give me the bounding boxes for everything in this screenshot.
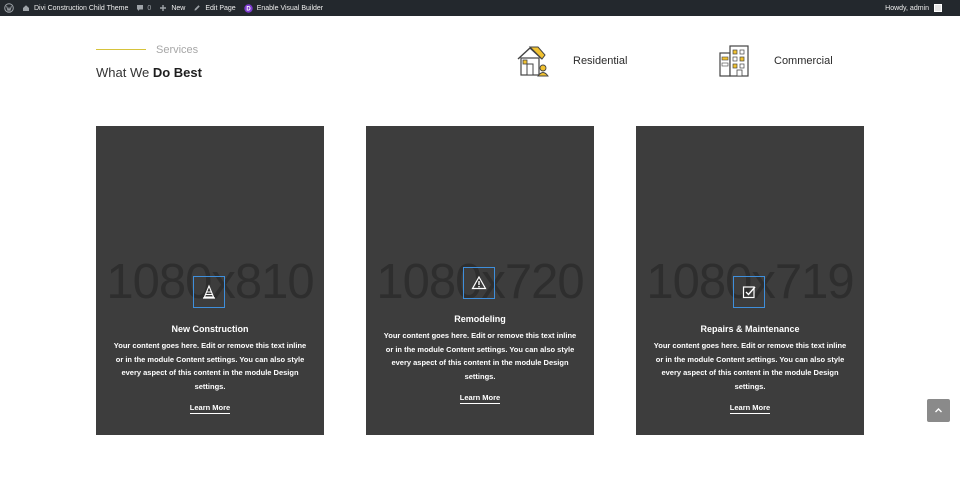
pencil-icon (194, 5, 201, 11)
service-card-new-construction: 1080x810 New Construction Your content g… (96, 126, 324, 435)
accent-divider (96, 49, 146, 50)
section-label: Services (156, 44, 199, 56)
svg-text:D: D (246, 6, 251, 12)
traffic-cone-icon (203, 284, 215, 299)
admin-bar-site-name[interactable]: Divi Construction Child Theme (18, 0, 132, 16)
edit-page-label: Edit Page (205, 4, 236, 12)
learn-more-link[interactable]: Learn More (636, 403, 864, 414)
card-body: Your content goes here. Edit or remove t… (113, 341, 307, 391)
admin-bar-account[interactable]: Howdy, admin (885, 4, 960, 12)
chevron-up-icon (935, 408, 942, 413)
visual-builder-label: Enable Visual Builder (256, 4, 324, 12)
card-icon-box (463, 267, 495, 299)
building-icon (719, 45, 749, 77)
section-title-prefix: What We (96, 65, 153, 80)
new-label: New (171, 4, 186, 12)
admin-bar-new[interactable]: New (155, 0, 189, 16)
learn-more-label[interactable]: Learn More (189, 403, 231, 414)
learn-more-label[interactable]: Learn More (729, 403, 771, 414)
greeting-label: Howdy, admin (885, 4, 929, 12)
service-card-repairs-maintenance: 1080x719 Repairs & Maintenance Your cont… (636, 126, 864, 435)
admin-bar: Divi Construction Child Theme 0 New Edit… (0, 0, 960, 16)
divi-logo-icon: D (244, 3, 253, 13)
feature-commercial-label: Commercial (774, 55, 833, 67)
card-title: Repairs & Maintenance (700, 324, 800, 334)
admin-bar-visual-builder[interactable]: D Enable Visual Builder (240, 0, 327, 16)
comment-icon (137, 5, 144, 11)
feature-commercial: Commercial (718, 44, 833, 78)
home-icon (23, 5, 29, 11)
plus-icon (160, 5, 167, 11)
feature-residential-label: Residential (573, 55, 628, 67)
site-name-label: Divi Construction Child Theme (34, 4, 129, 12)
card-icon-box (733, 276, 765, 308)
avatar (934, 4, 942, 12)
section-title-bold: Do Best (152, 65, 202, 80)
comments-count: 0 (147, 4, 152, 12)
feature-residential: Residential (515, 44, 627, 78)
warning-icon (471, 275, 487, 290)
learn-more-link[interactable]: Learn More (366, 393, 594, 404)
card-body: Your content goes here. Edit or remove t… (653, 341, 847, 391)
learn-more-label[interactable]: Learn More (459, 393, 501, 404)
house-icon (517, 46, 549, 77)
wordpress-logo-icon[interactable] (0, 0, 18, 16)
admin-bar-comments[interactable]: 0 (132, 0, 155, 16)
back-to-top-button[interactable] (927, 399, 950, 422)
learn-more-link[interactable]: Learn More (96, 403, 324, 414)
section-title: What We Do Best (96, 65, 202, 80)
card-title: Remodeling (454, 314, 506, 324)
card-title: New Construction (171, 324, 249, 334)
admin-bar-edit-page[interactable]: Edit Page (189, 0, 239, 16)
card-body: Your content goes here. Edit or remove t… (383, 331, 577, 381)
checkbox-icon (742, 286, 756, 299)
service-card-remodeling: 1080x720 Remodeling Your content goes he… (366, 126, 594, 435)
card-icon-box (193, 276, 225, 308)
